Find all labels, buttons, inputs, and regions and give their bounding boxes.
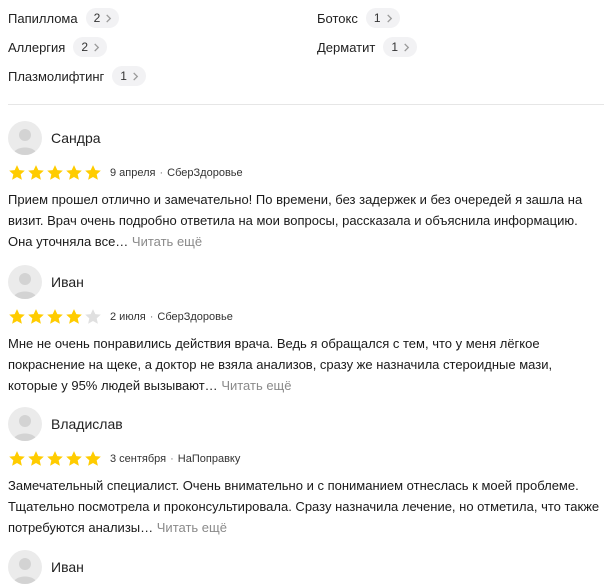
review-meta: 9 апреля · СберЗдоровье bbox=[8, 164, 604, 182]
review-author[interactable]: Сандра bbox=[51, 130, 101, 146]
tag-label: Аллергия bbox=[8, 39, 66, 55]
tag-count: 2 bbox=[93, 11, 101, 25]
avatar[interactable] bbox=[8, 550, 42, 584]
review-author[interactable]: Владислав bbox=[51, 416, 123, 432]
tag-count-button[interactable]: 1 bbox=[112, 66, 146, 86]
tag-botox[interactable]: Ботокс 1 bbox=[317, 7, 400, 29]
meta-separator: · bbox=[170, 453, 174, 465]
star-filled-icon bbox=[28, 165, 44, 180]
review-header: Владислав bbox=[8, 406, 604, 442]
review-text-block: Мне не очень понравились действия врача.… bbox=[8, 333, 604, 396]
chevron-right-icon bbox=[133, 71, 139, 81]
star-filled-icon bbox=[28, 451, 44, 466]
tag-count: 1 bbox=[373, 11, 381, 25]
review-source: СберЗдоровье bbox=[167, 167, 243, 179]
review-card: Сандра 9 апреля · СберЗдоровье Прием про… bbox=[8, 120, 604, 252]
read-more-link[interactable]: Читать ещё bbox=[221, 378, 291, 393]
review-header: Иван bbox=[8, 549, 604, 585]
review-text: Прием прошел отлично и замечательно! По … bbox=[8, 192, 583, 249]
avatar[interactable] bbox=[8, 265, 42, 299]
user-silhouette-icon bbox=[13, 558, 37, 584]
avatar[interactable] bbox=[8, 407, 42, 441]
divider bbox=[8, 104, 604, 105]
read-more-link[interactable]: Читать ещё bbox=[132, 234, 202, 249]
review-date: 9 апреля bbox=[110, 167, 156, 179]
meta-separator: · bbox=[149, 311, 154, 323]
star-filled-icon bbox=[85, 451, 101, 466]
tag-dermatitis[interactable]: Дерматит 1 bbox=[317, 36, 418, 58]
star-empty-icon bbox=[85, 309, 101, 324]
read-more-link[interactable]: Читать ещё bbox=[157, 520, 227, 535]
review-date: 3 сентября bbox=[110, 453, 167, 465]
review-card: Владислав 3 сентября · НаПоправку Замеча… bbox=[8, 406, 604, 538]
tag-list: Папиллома 2 Ботокс 1 Аллергия 2 Дерматит… bbox=[8, 0, 608, 100]
meta-separator: · bbox=[159, 167, 164, 179]
star-filled-icon bbox=[47, 165, 63, 180]
tag-count-button[interactable]: 2 bbox=[73, 37, 108, 57]
rating-stars bbox=[8, 308, 102, 326]
user-silhouette-icon bbox=[13, 415, 37, 441]
tag-allergy[interactable]: Аллергия 2 bbox=[8, 36, 108, 58]
review-card: Иван bbox=[8, 549, 604, 585]
tag-label: Плазмолифтинг bbox=[8, 68, 105, 84]
tag-count: 1 bbox=[120, 69, 127, 83]
star-filled-icon bbox=[9, 165, 25, 180]
review-header: Сандра bbox=[8, 120, 604, 156]
avatar[interactable] bbox=[8, 121, 42, 155]
tag-papilloma[interactable]: Папиллома 2 bbox=[8, 7, 120, 29]
review-text-block: Замечательный специалист. Очень внимател… bbox=[8, 475, 604, 538]
star-filled-icon bbox=[85, 165, 101, 180]
review-text-block: Прием прошел отлично и замечательно! По … bbox=[8, 189, 604, 252]
star-filled-icon bbox=[9, 309, 25, 324]
review-text: Замечательный специалист. Очень внимател… bbox=[8, 478, 600, 535]
chevron-right-icon bbox=[106, 13, 112, 23]
review-source: НаПоправку bbox=[177, 453, 241, 465]
review-header: Иван bbox=[8, 264, 604, 300]
chevron-right-icon bbox=[386, 13, 392, 23]
star-filled-icon bbox=[9, 451, 25, 466]
star-filled-icon bbox=[66, 309, 82, 324]
tag-label: Ботокс bbox=[317, 10, 358, 26]
user-silhouette-icon bbox=[13, 129, 37, 155]
rating-stars bbox=[8, 164, 102, 182]
star-filled-icon bbox=[47, 451, 63, 466]
tag-count-button[interactable]: 1 bbox=[383, 37, 418, 57]
tag-plasmolifting[interactable]: Плазмолифтинг 1 bbox=[8, 65, 146, 87]
star-filled-icon bbox=[66, 451, 82, 466]
review-card: Иван 2 июля · СберЗдоровье Мне не очень … bbox=[8, 264, 604, 396]
tag-count-button[interactable]: 2 bbox=[85, 8, 120, 28]
tag-label: Папиллома bbox=[8, 10, 78, 26]
review-meta: 2 июля · СберЗдоровье bbox=[8, 308, 604, 326]
user-silhouette-icon bbox=[13, 273, 37, 299]
rating-stars bbox=[8, 450, 102, 468]
chevron-right-icon bbox=[94, 42, 100, 52]
star-filled-icon bbox=[28, 309, 44, 324]
review-author[interactable]: Иван bbox=[51, 274, 84, 290]
review-author[interactable]: Иван bbox=[51, 559, 84, 575]
tag-label: Дерматит bbox=[317, 39, 376, 55]
review-source: СберЗдоровье bbox=[157, 311, 233, 323]
star-filled-icon bbox=[66, 165, 82, 180]
chevron-right-icon bbox=[404, 42, 410, 52]
tag-count-button[interactable]: 1 bbox=[365, 8, 400, 28]
review-date: 2 июля bbox=[110, 311, 146, 323]
star-filled-icon bbox=[47, 309, 63, 324]
tag-count: 2 bbox=[81, 40, 89, 54]
review-meta: 3 сентября · НаПоправку bbox=[8, 450, 604, 468]
tag-count: 1 bbox=[391, 40, 399, 54]
